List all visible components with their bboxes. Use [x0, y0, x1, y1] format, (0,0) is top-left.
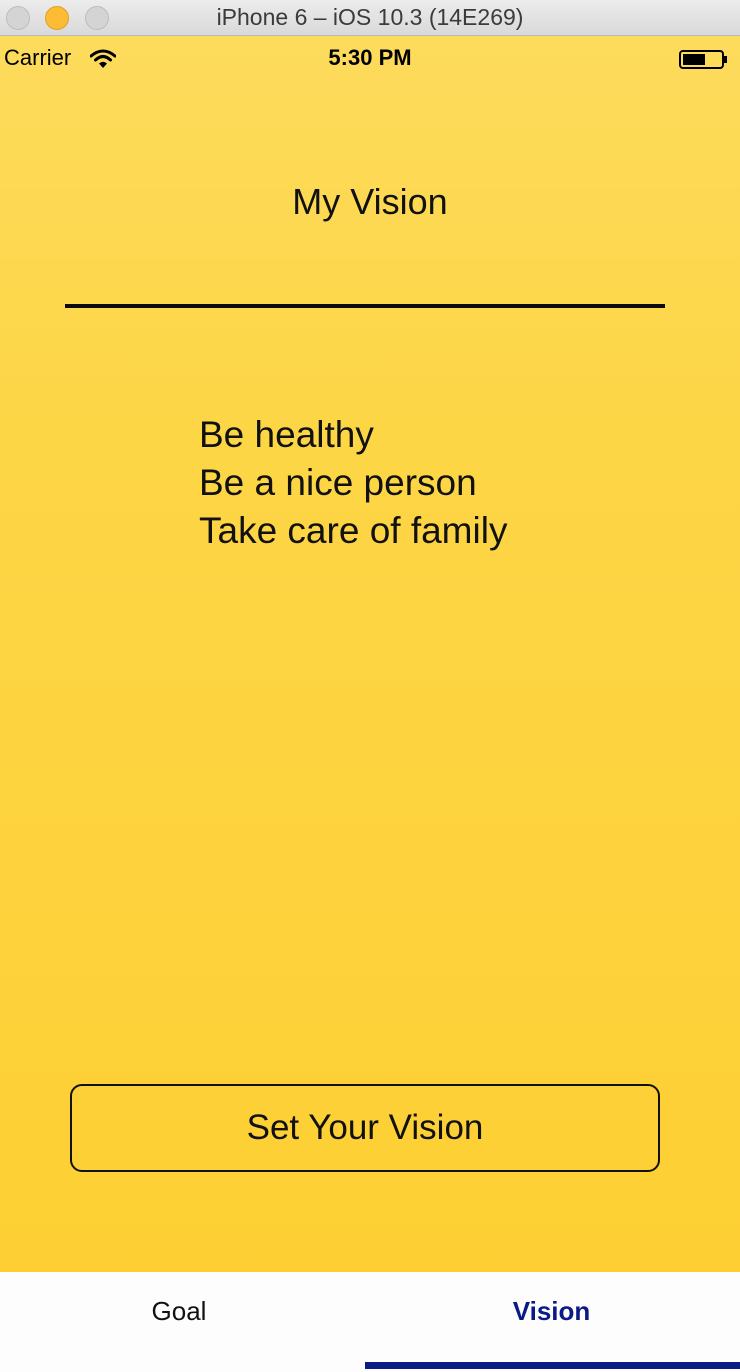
- simulator-title-bar: iPhone 6 – iOS 10.3 (14E269): [0, 0, 740, 36]
- vision-item: Take care of family: [199, 510, 508, 551]
- tab-vision[interactable]: Vision: [370, 1272, 740, 1372]
- title-divider: [65, 304, 665, 308]
- tab-bar: Goal Vision: [0, 1272, 740, 1372]
- tab-goal[interactable]: Goal: [0, 1272, 370, 1372]
- selected-tab-indicator: [365, 1362, 740, 1369]
- set-vision-button[interactable]: Set Your Vision: [70, 1084, 660, 1172]
- vision-item: Be healthy: [199, 414, 374, 455]
- tab-vision-label: Vision: [512, 1296, 591, 1326]
- battery-icon: [679, 50, 729, 75]
- app-screen: Carrier 5:30 PM My Vision Be healthy Be …: [0, 36, 740, 1272]
- vision-list: Be healthy Be a nice person Take care of…: [199, 411, 507, 555]
- window-title: iPhone 6 – iOS 10.3 (14E269): [216, 4, 524, 30]
- vision-item: Be a nice person: [199, 462, 477, 503]
- page-title: My Vision: [292, 181, 448, 222]
- status-bar: Carrier 5:30 PM: [0, 36, 740, 80]
- status-time: 5:30 PM: [328, 45, 412, 70]
- tab-goal-label: Goal: [151, 1296, 207, 1326]
